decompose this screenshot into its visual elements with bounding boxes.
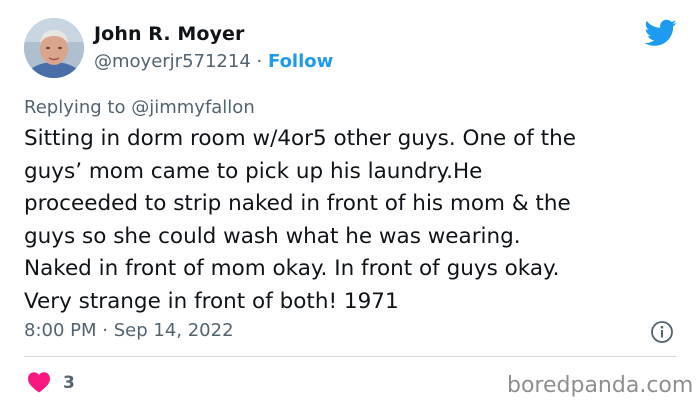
timestamp-separator: ·: [102, 320, 108, 341]
replying-to-label: Replying to: [24, 97, 126, 118]
tweet-line: Sitting in dorm room w/4or5 other guys. …: [24, 126, 576, 151]
twitter-bird-icon[interactable]: [645, 19, 677, 47]
author-handle-line: @moyerjr571214 · Follow: [94, 51, 333, 72]
tweet-line: guys’ mom came to pick up his laundry.He: [24, 158, 483, 184]
author-handle[interactable]: @moyerjr571214: [94, 51, 251, 72]
tweet-timestamp[interactable]: 8:00 PM · Sep 14, 2022: [24, 320, 234, 341]
follow-button[interactable]: Follow: [268, 51, 333, 72]
replying-to-line: Replying to @jimmyfallon: [24, 97, 255, 118]
avatar[interactable]: [24, 18, 84, 78]
tweet-card: John R. Moyer @moyerjr571214 · Follow Re…: [0, 0, 700, 410]
heart-icon[interactable]: [27, 371, 51, 393]
tweet-line: Very strange in front of both! 1971: [24, 288, 399, 314]
author-name[interactable]: John R. Moyer: [94, 23, 245, 45]
reply-handle-link[interactable]: @jimmyfallon: [131, 97, 255, 118]
tweet-line: guys so she could wash what he was weari…: [24, 223, 521, 249]
info-icon[interactable]: [650, 320, 674, 344]
tweet-line: Naked in front of mom okay. In front of …: [24, 256, 560, 281]
tweet-date: Sep 14, 2022: [113, 320, 234, 341]
like-count: 3: [63, 373, 75, 393]
watermark: boredpanda.com: [507, 373, 694, 398]
tweet-time: 8:00 PM: [24, 320, 97, 341]
divider: [24, 356, 676, 357]
tweet-body: Sitting in dorm room w/4or5 other guys. …: [24, 123, 684, 318]
tweet-line: proceeded to strip naked in front of his…: [24, 191, 571, 216]
handle-separator: ·: [256, 51, 263, 72]
